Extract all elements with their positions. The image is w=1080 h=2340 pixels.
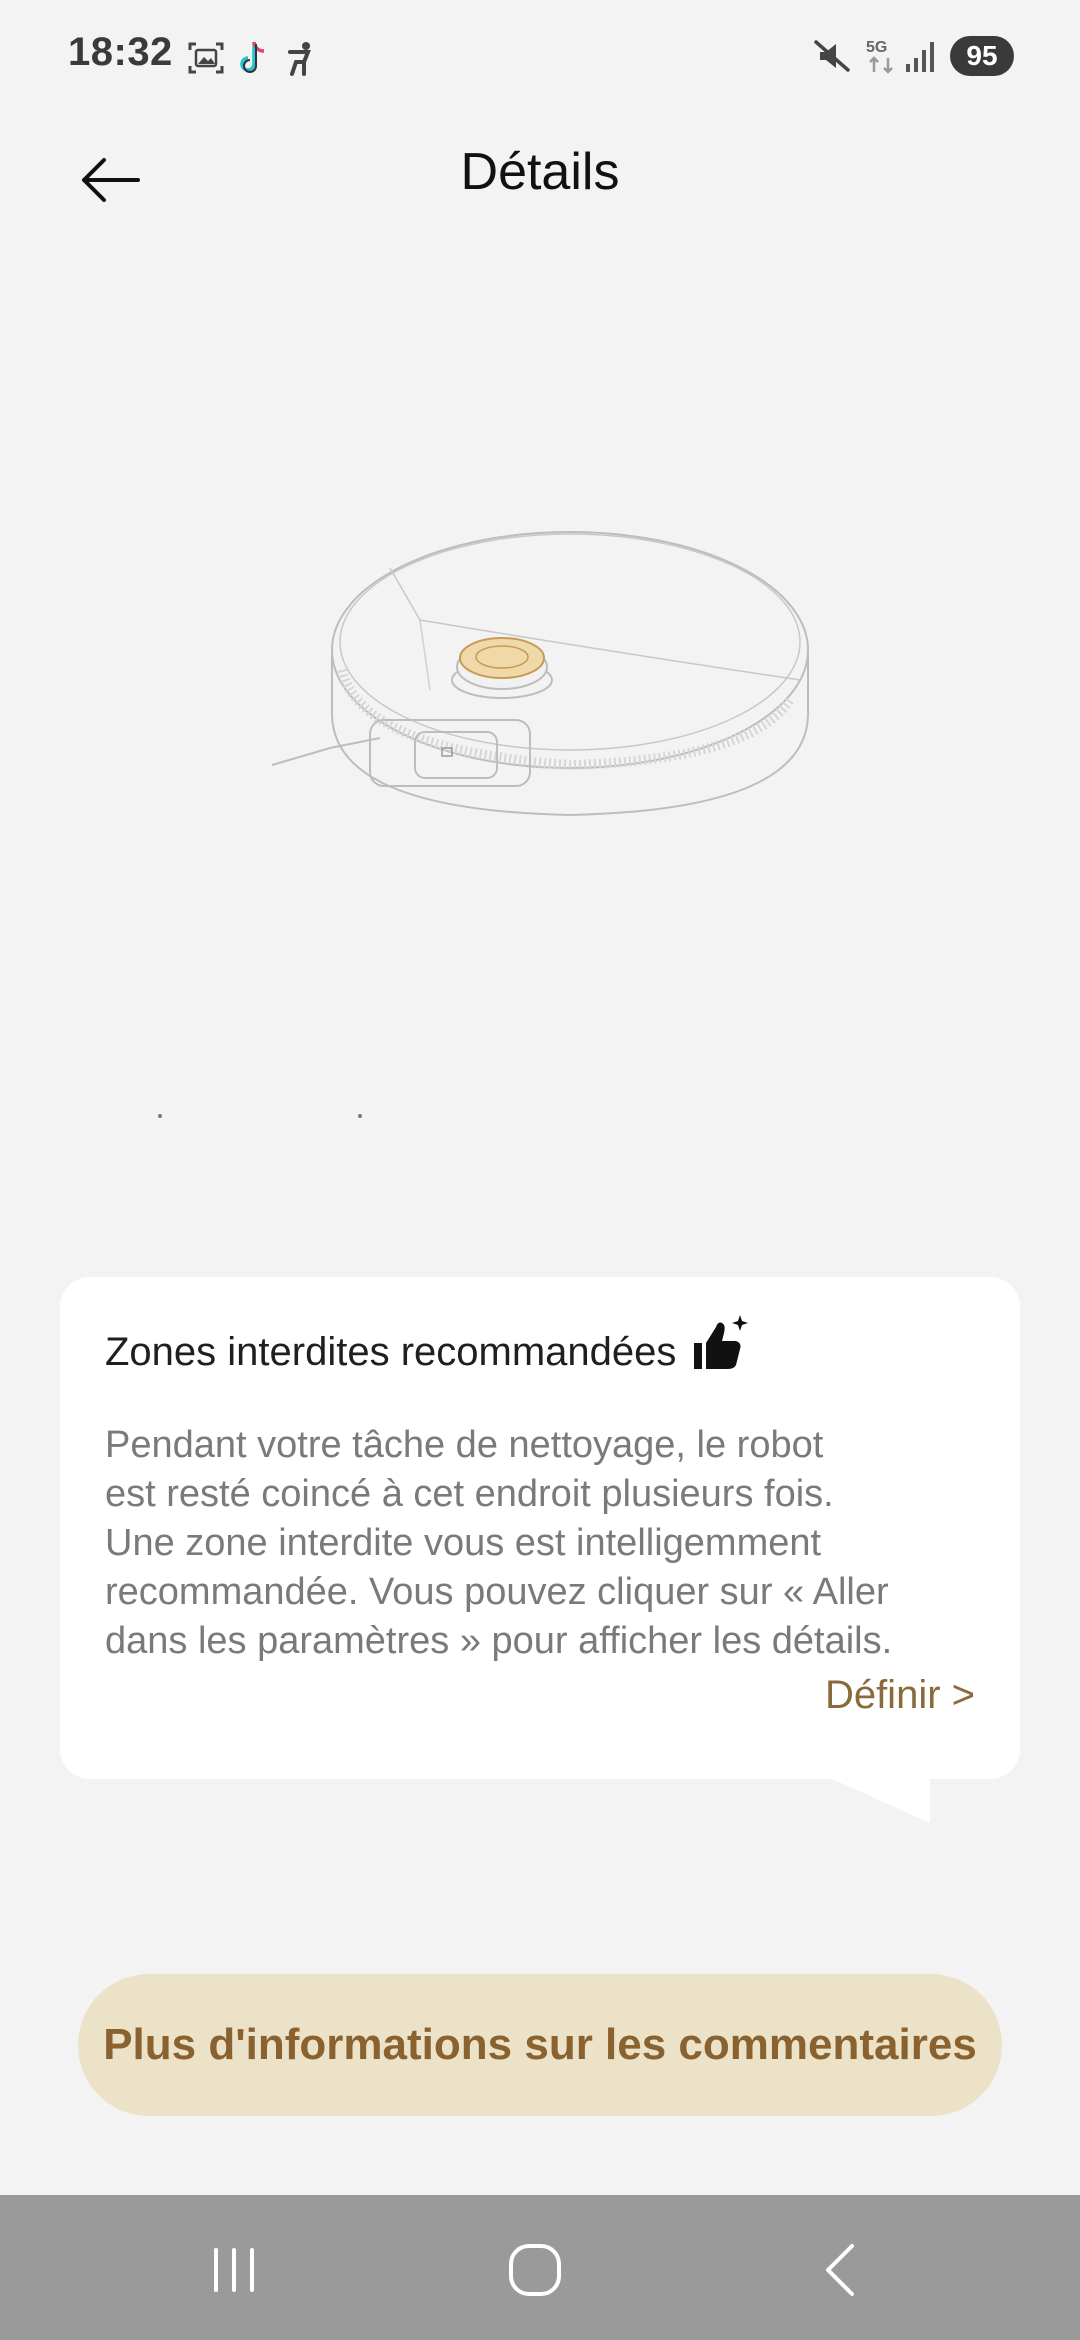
- home-icon[interactable]: [495, 2240, 575, 2300]
- card-body-line: Une zone interdite vous est intelligemme…: [105, 1522, 822, 1564]
- card-body-line: Pendant votre tâche de nettoyage, le rob…: [105, 1424, 824, 1466]
- accessibility-icon: [288, 42, 311, 76]
- decorative-dot: [358, 1114, 362, 1118]
- card-body-line: dans les paramètres » pour afficher les …: [105, 1620, 893, 1662]
- recommendation-card: Zones interdites recommandées Pendant vo…: [60, 1277, 1020, 1779]
- card-title-row: Zones interdites recommandées: [105, 1315, 752, 1377]
- card-speech-tail: [830, 1778, 930, 1823]
- more-feedback-info-button[interactable]: Plus d'informations sur les commentaires: [78, 1974, 1002, 2116]
- signal-icon: [906, 42, 934, 72]
- battery-indicator: 95: [950, 36, 1014, 76]
- mute-icon: [814, 40, 850, 72]
- tiktok-icon: [240, 41, 265, 73]
- screenshot-icon: [188, 42, 224, 74]
- header: Détails: [0, 120, 1080, 230]
- define-link[interactable]: Définir >: [825, 1673, 975, 1718]
- status-time: 18:32: [68, 30, 173, 74]
- status-bar: 18:32 5G 95: [0, 0, 1080, 110]
- card-body-line: recommandée. Vous pouvez cliquer sur « A…: [105, 1571, 889, 1613]
- decorative-dot: [158, 1114, 162, 1118]
- robot-vacuum-illustration: [271, 531, 809, 817]
- card-title: Zones interdites recommandées: [105, 1329, 677, 1374]
- thumbs-up-sparkle-icon: [694, 1315, 749, 1369]
- network-label: 5G: [866, 39, 887, 56]
- card-body: Pendant votre tâche de nettoyage, le rob…: [105, 1421, 995, 1666]
- system-nav-bar: [0, 2195, 1080, 2340]
- back-icon[interactable]: [800, 2240, 880, 2300]
- page-title: Détails: [460, 143, 620, 201]
- card-body-line: est resté coincé à cet endroit plusieurs…: [105, 1473, 834, 1515]
- recents-icon[interactable]: [194, 2240, 274, 2300]
- 5g-icon: 5G: [866, 39, 893, 74]
